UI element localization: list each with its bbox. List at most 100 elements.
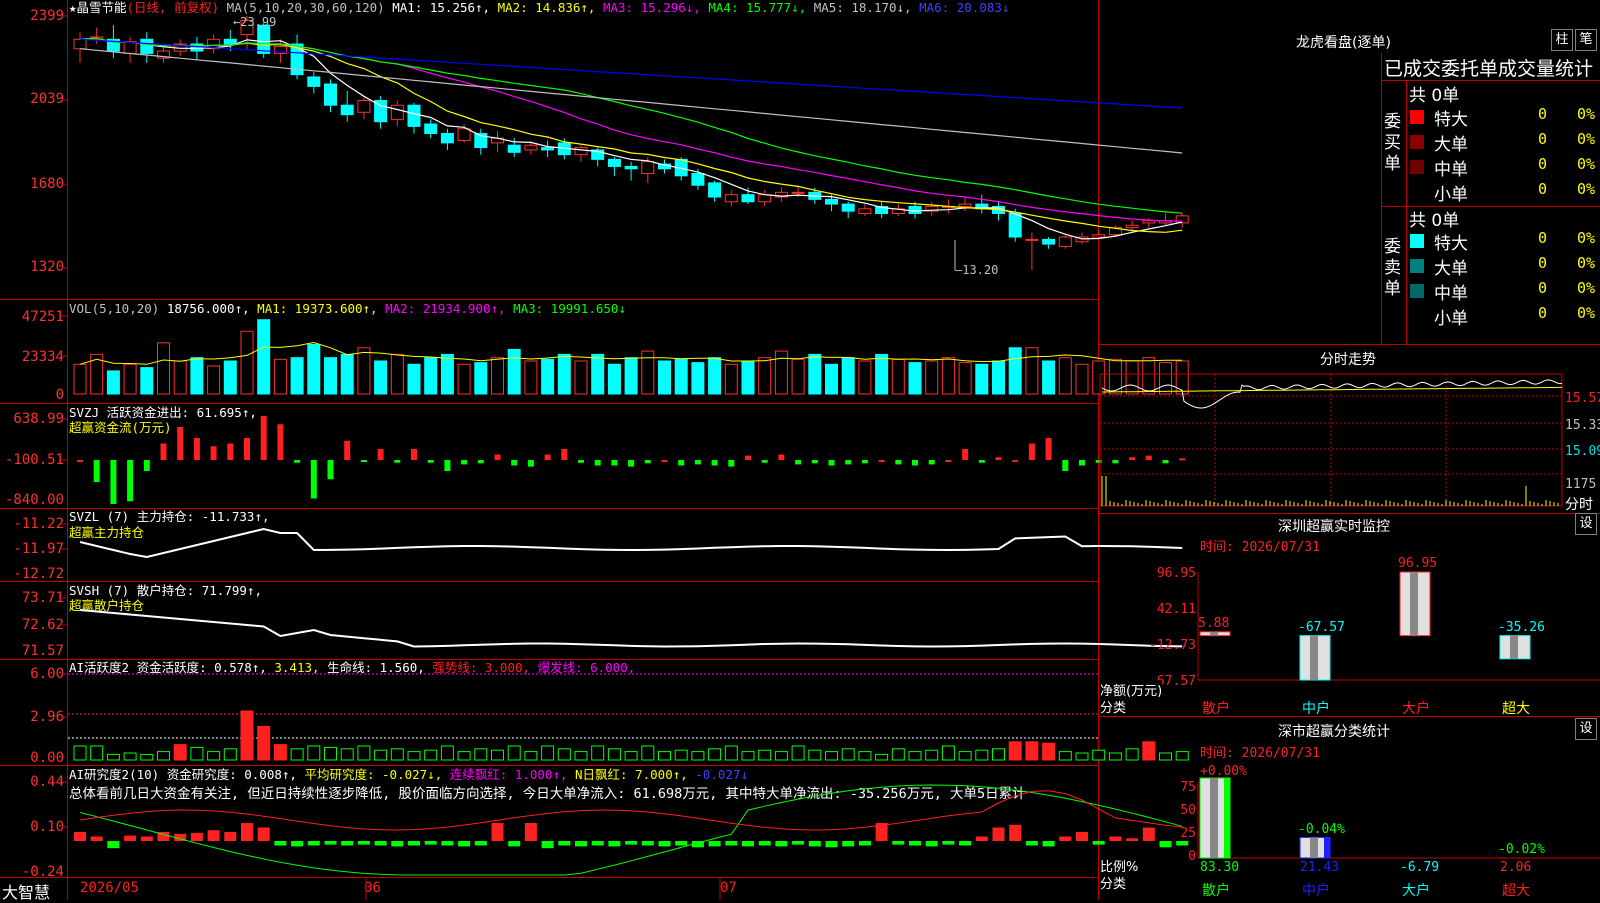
volume-bar [123,363,137,395]
ai-active-bar [607,748,621,761]
sz-monitor-bar-value: 96.95 [1398,556,1438,571]
volume-bar [157,342,170,395]
column-view-button[interactable]: 柱 [1551,29,1573,51]
svzj-bar [1112,460,1119,464]
candle-body [1142,220,1156,224]
ai-active-bar [407,751,421,761]
sz-class-settings-button[interactable]: 设 [1575,718,1597,740]
candle-body [440,132,454,144]
sz-monitor-settings-button[interactable]: 设 [1575,513,1597,535]
candle-body [908,205,922,215]
ai-research-bar [74,832,86,841]
ai-research-bar [792,841,805,845]
ai-active-bar [825,751,838,761]
svzl-polyline [79,527,1183,559]
ai-active-bar [624,751,638,761]
svzj-bar [227,443,234,460]
ai-active-bar [524,751,538,761]
sz-monitor-bar-shade [1310,635,1318,680]
ai-research-bar [90,836,103,841]
sz-monitor-bar-shade [1510,635,1518,659]
ai-active-bar [941,745,955,761]
candle-body [791,191,805,194]
ai-research-bar [241,823,253,841]
ai-research-bar [892,841,905,845]
ai-research-bar [524,823,537,841]
ai-active-bar [307,745,321,761]
candle-body [825,198,838,205]
ai-research-bar [758,841,771,846]
ai-research-bar [1076,832,1088,841]
intraday-axis-3: 15.09 [1565,444,1600,459]
ai-research-bar [608,841,621,847]
high-annotation: ←23.99 [233,15,276,29]
volume-bar [624,357,638,395]
volume-bar [257,319,271,395]
svzj-bar [444,460,451,471]
main-chart-canvas[interactable]: ←23.99 —13.20 [0,0,1600,900]
ai-research-bar [925,841,938,847]
ai-research-bar [992,827,1005,841]
volume-bar [841,357,855,395]
volume-bar [574,360,588,395]
volume-bar [1159,362,1172,395]
volume-bar [541,358,555,395]
sz-class-bar-shade [1210,778,1218,858]
ai-research-bar [257,827,270,841]
svzj-bar [1062,460,1069,471]
ai-active-bar [106,753,120,761]
volume-bar [390,353,404,395]
sz-monitor-category: 中户 [1302,701,1330,717]
ai-active-bar [207,751,221,761]
ai-active-bar [958,751,972,761]
ai-active-bar [724,745,738,761]
sz-monitor-xlabel: 分类 [1100,701,1127,716]
ai-research-bar [107,841,120,849]
order-value: 0 [1538,304,1548,322]
order-percent: 0% [1577,304,1596,322]
candle-body [457,128,471,142]
ai-research-bar [641,841,654,846]
svzj-bar [1179,458,1186,461]
order-type-label: 小单 [1434,309,1468,329]
order-value: 0 [1538,279,1548,297]
sz-class-axis-2: 50 [1180,803,1196,818]
ai-active-bar [324,746,337,761]
order-value: 0 [1538,180,1548,198]
candle-body [724,194,738,203]
sz-class-axis-1: 75 [1180,780,1196,795]
sz-class-value: 83.30 [1200,860,1240,875]
ai-research-bar [575,841,587,847]
volume-bar [1142,357,1156,395]
ai-active-bar [741,751,755,761]
order-type-label: 特大 [1434,234,1468,254]
volume-bar [1058,357,1072,395]
ai-active-bar [1075,752,1089,761]
intraday-axis-2: 15.33 [1565,418,1600,433]
sz-monitor-axis-3: -12.73 [1149,638,1196,653]
svzj-bar [360,460,367,462]
candle-body [607,158,621,167]
svzj-bar [928,460,935,465]
volume-bar [691,362,705,395]
volume-bar [708,357,722,395]
ai-active-bar [390,748,404,761]
sz-monitor-title: 深圳超赢实时监控 [1278,519,1390,535]
svzj-bar [244,438,250,460]
order-swatch [1410,309,1424,323]
candle-body [1125,224,1139,229]
ai-research-bar [374,841,387,846]
ai-active-bar [875,753,889,761]
intraday-axis-1: 15.57 [1565,391,1600,406]
order-type-label: 大单 [1434,259,1468,279]
volume-bar [791,358,805,395]
tick-view-button[interactable]: 笔 [1575,29,1597,51]
sz-monitor-category: 散户 [1202,701,1230,717]
ai-research-bar [708,841,721,847]
volume-bar [724,363,738,395]
volume-bar [273,358,287,395]
ai-research-bar [959,841,972,846]
sz-class-value: 2.06 [1500,860,1532,875]
ai-active-bar [474,748,488,761]
svzj-bar [995,457,1002,460]
